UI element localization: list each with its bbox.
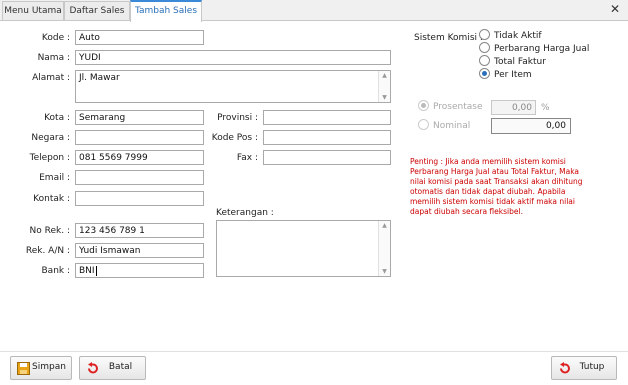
nominal-label: Nominal xyxy=(433,121,471,131)
radio-tidak-aktif[interactable]: Tidak Aktif xyxy=(479,29,542,43)
prosentase-field[interactable]: 0,00 xyxy=(491,100,536,115)
tutup-label: Tutup xyxy=(579,362,605,372)
kode-field[interactable]: Auto xyxy=(75,30,204,45)
alamat-label: Alamat : xyxy=(32,73,70,83)
bottom-separator xyxy=(0,351,628,352)
no-rek-label: No Rek. : xyxy=(29,226,70,236)
kode-pos-field[interactable] xyxy=(263,130,391,145)
komisi-note: Penting : Jika anda memilih sistem komis… xyxy=(410,157,583,216)
nama-field[interactable]: YUDI xyxy=(75,50,391,65)
fax-label: Fax : xyxy=(236,153,258,163)
fax-field[interactable] xyxy=(263,150,391,165)
kode-label: Kode : xyxy=(41,33,70,43)
close-icon[interactable]: ✕ xyxy=(610,2,620,16)
keterangan-scrollbar[interactable]: ▲ ▼ xyxy=(378,221,390,276)
prosentase-label: Prosentase xyxy=(433,102,483,112)
email-field[interactable] xyxy=(75,170,204,185)
radio-nominal[interactable]: Nominal xyxy=(418,119,471,133)
bank-field[interactable]: BNI xyxy=(75,263,204,278)
percent-unit: % xyxy=(541,103,550,113)
simpan-button[interactable]: Simpan xyxy=(10,356,72,380)
email-label: Email : xyxy=(39,173,70,183)
sistem-komisi-label: Sistem Komisi : xyxy=(414,33,483,43)
nama-label: Nama : xyxy=(37,53,70,63)
batal-button[interactable]: Batal xyxy=(79,356,146,380)
keterangan-textarea[interactable]: ▲ ▼ xyxy=(216,220,391,277)
telepon-label: Telepon : xyxy=(29,153,70,163)
provinsi-label: Provinsi : xyxy=(217,113,258,123)
no-rek-field[interactable]: 123 456 789 1 xyxy=(75,223,204,238)
rek-an-label: Rek. A/N : xyxy=(25,246,70,256)
kontak-field[interactable] xyxy=(75,191,204,206)
rek-an-field[interactable]: Yudi Ismawan xyxy=(75,243,204,258)
kota-field[interactable]: Semarang xyxy=(75,110,204,125)
alamat-textarea[interactable]: Jl. Mawar ▲ ▼ xyxy=(75,70,391,103)
keterangan-label: Keterangan : xyxy=(216,208,274,218)
kota-label: Kota : xyxy=(44,113,70,123)
radio-perbarang-harga-jual[interactable]: Perbarang Harga Jual xyxy=(479,42,590,56)
kontak-label: Kontak : xyxy=(33,194,70,204)
tab-tambah-sales[interactable]: Tambah Sales xyxy=(130,0,202,22)
provinsi-field[interactable] xyxy=(263,110,391,125)
radio-tidak-aktif-label: Tidak Aktif xyxy=(494,31,542,41)
tab-daftar-sales[interactable]: Daftar Sales xyxy=(64,1,130,20)
alamat-value: Jl. Mawar xyxy=(79,73,120,83)
radio-per-item[interactable]: Per Item xyxy=(479,68,532,82)
bank-value: BNI xyxy=(79,266,95,276)
telepon-field[interactable]: 081 5569 7999 xyxy=(75,150,204,165)
kode-pos-label: Kode Pos : xyxy=(211,133,258,143)
tab-menu-utama[interactable]: Menu Utama xyxy=(2,1,64,20)
simpan-label: Simpan xyxy=(32,362,66,372)
tab-bar: Menu Utama Daftar Sales Tambah Sales ✕ xyxy=(0,0,628,22)
alamat-scrollbar[interactable]: ▲ ▼ xyxy=(378,71,390,102)
tutup-button[interactable]: Tutup xyxy=(551,356,617,380)
negara-field[interactable] xyxy=(75,130,204,145)
radio-total-faktur-label: Total Faktur xyxy=(494,57,546,67)
batal-label: Batal xyxy=(108,362,133,372)
radio-perbarang-label: Perbarang Harga Jual xyxy=(494,44,590,54)
negara-label: Negara : xyxy=(31,133,70,143)
bank-label: Bank : xyxy=(41,266,71,276)
radio-per-item-label: Per Item xyxy=(494,70,532,80)
radio-prosentase[interactable]: Prosentase xyxy=(418,100,483,114)
nominal-field[interactable]: 0,00 xyxy=(491,118,571,134)
radio-total-faktur[interactable]: Total Faktur xyxy=(479,55,546,69)
